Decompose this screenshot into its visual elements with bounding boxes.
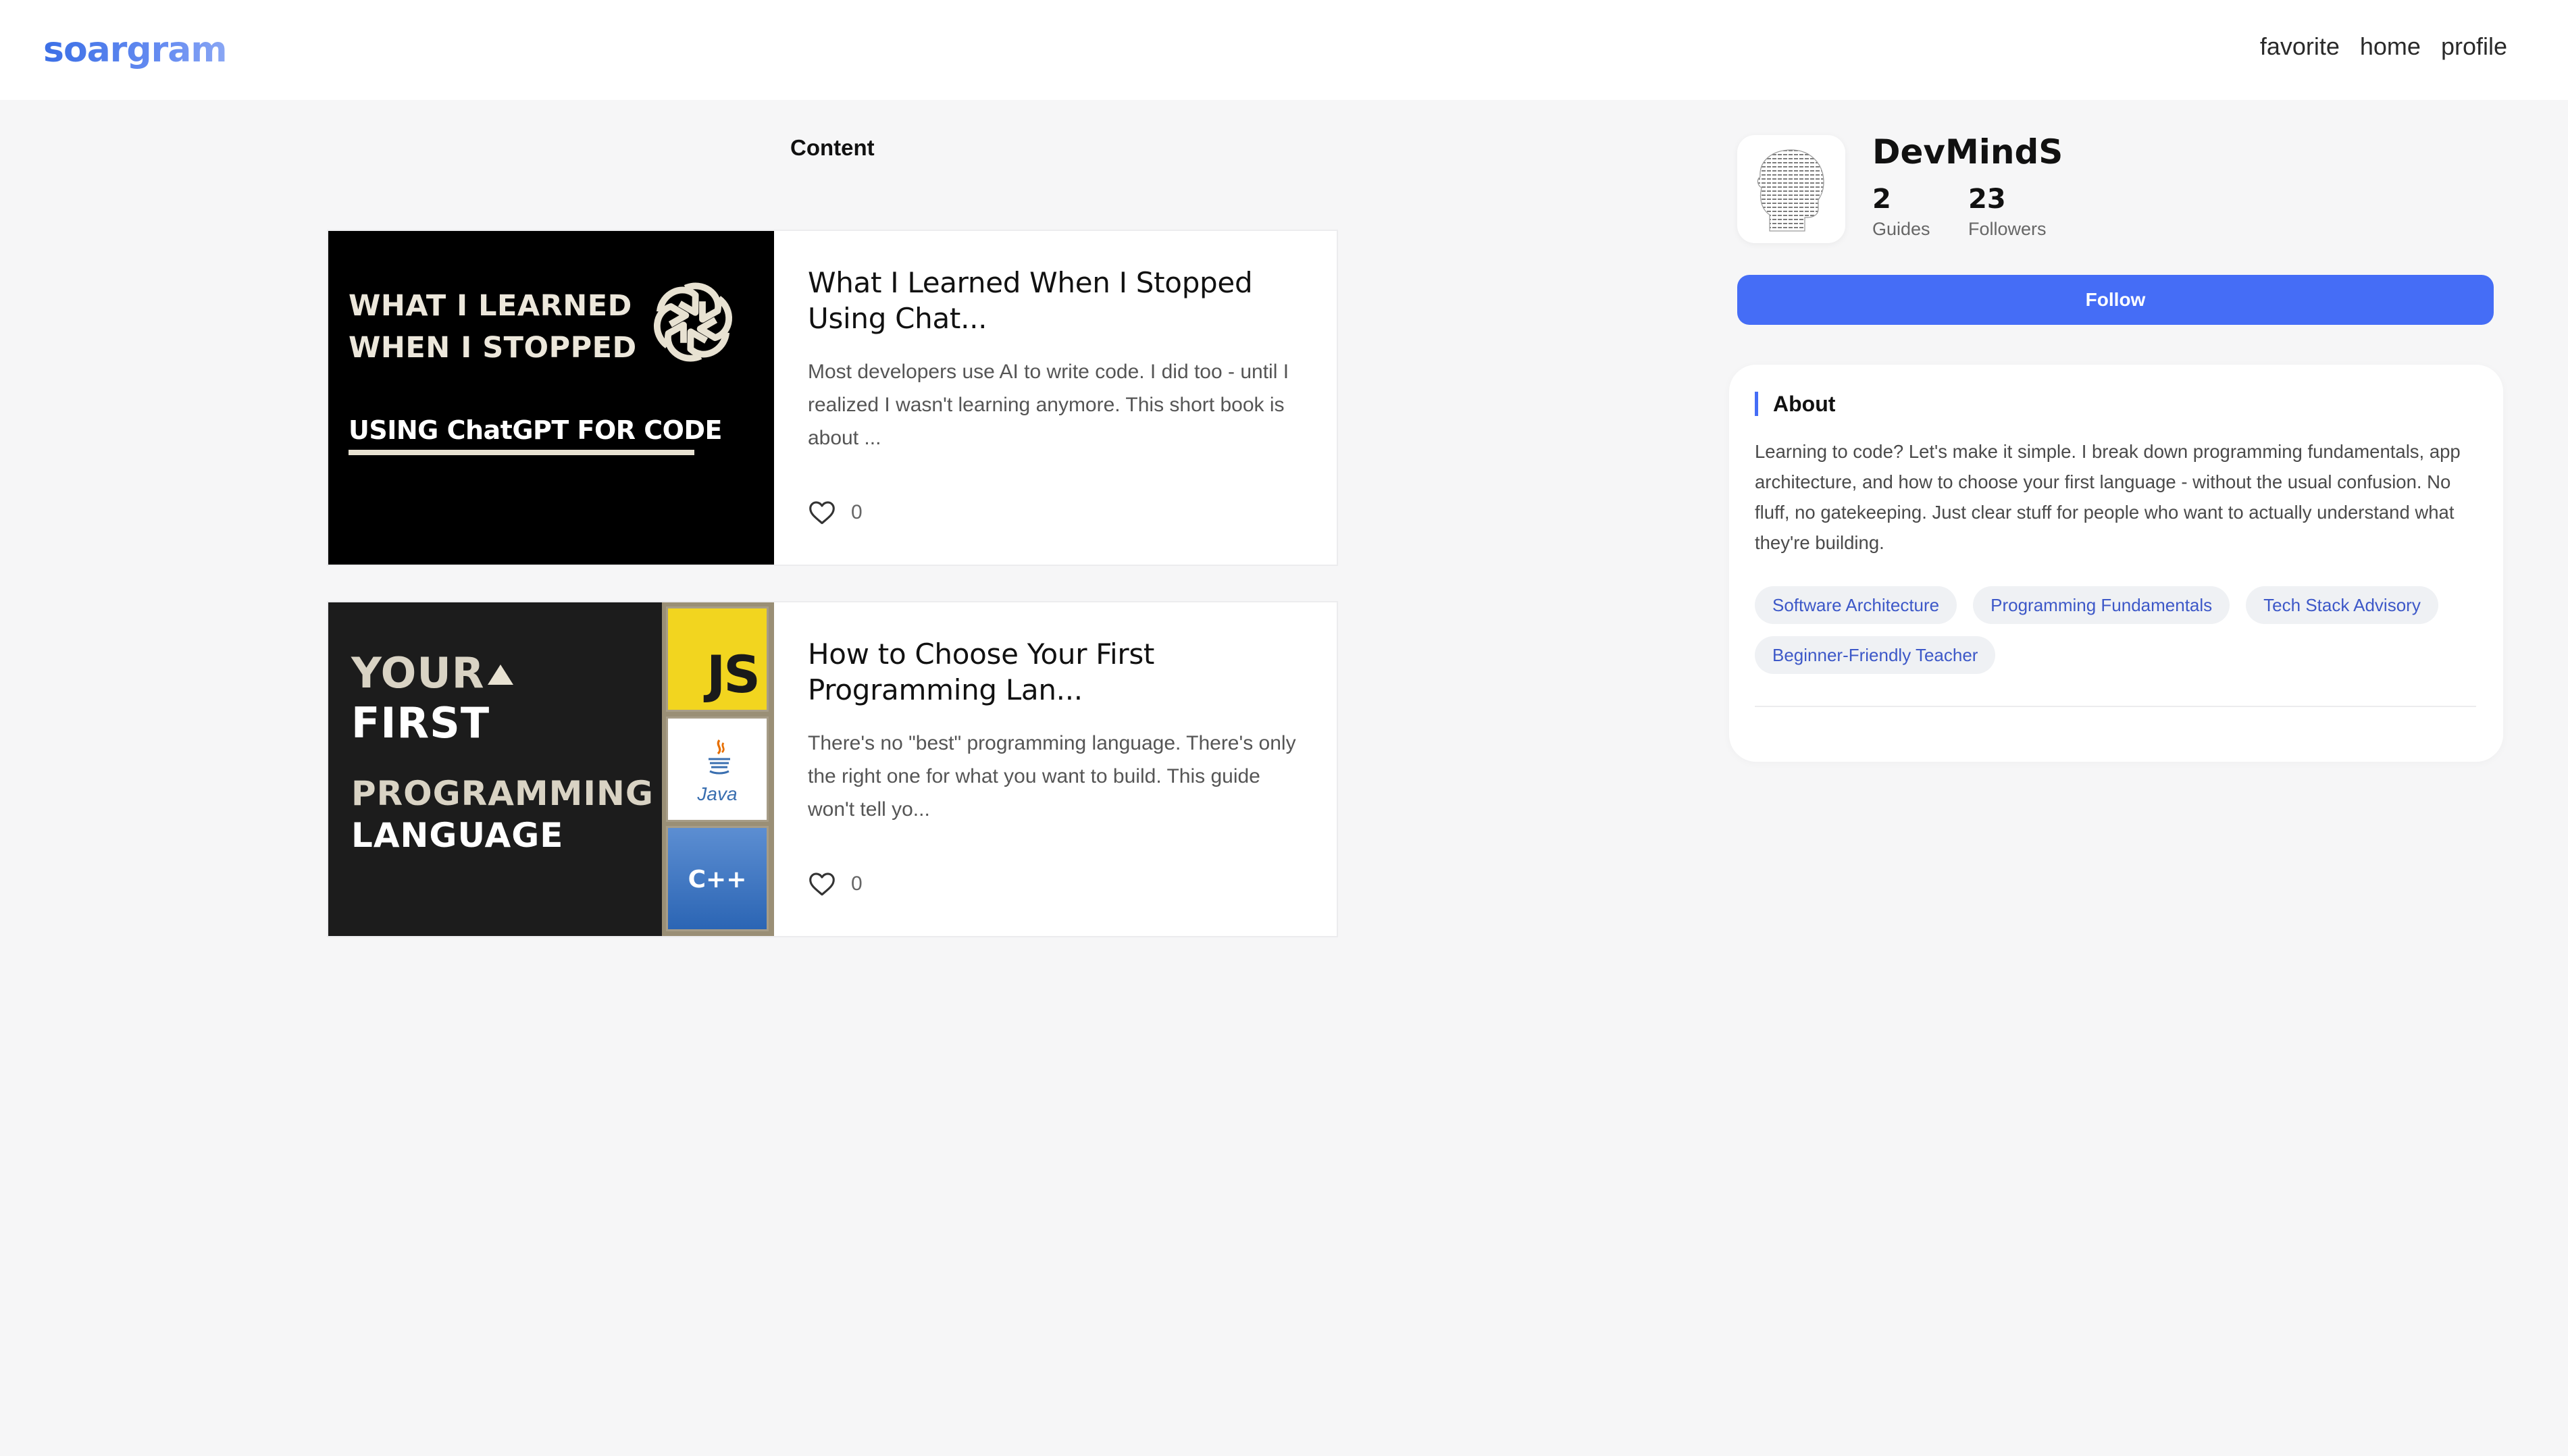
followers-stat[interactable]: 23 Followers xyxy=(1968,184,2047,240)
guides-count: 2 xyxy=(1872,184,1891,215)
tag[interactable]: Beginner-Friendly Teacher xyxy=(1755,636,1996,674)
guide-card-body: How to Choose Your First Programming Lan… xyxy=(774,602,1337,936)
guide-description: There's no "best" programming language. … xyxy=(808,732,1296,821)
tag-list: Software Architecture Programming Fundam… xyxy=(1755,586,2484,674)
heart-icon[interactable] xyxy=(808,500,836,525)
follow-button[interactable]: Follow xyxy=(1737,275,2494,325)
profile-name: DevMindS xyxy=(1872,132,2063,172)
head-profile-icon xyxy=(1757,149,1824,232)
top-navbar: soargram favorite home profile xyxy=(0,0,2568,100)
guide-thumbnail[interactable]: WHAT I LEARNED WHEN I STOPPED USING Chat… xyxy=(328,231,774,565)
like-control: 0 xyxy=(808,500,863,525)
followers-label: Followers xyxy=(1968,219,2047,239)
guide-card[interactable]: YOUR FIRST PROGRAMMING LANGUAGE JS Java … xyxy=(327,601,1338,937)
guides-stat: 2 Guides xyxy=(1872,184,1930,240)
guides-label: Guides xyxy=(1872,219,1930,239)
js-logo-icon: JS xyxy=(666,606,769,712)
thumbnail-text: WHEN I STOPPED xyxy=(349,331,637,365)
thumbnail-text: LANGUAGE xyxy=(351,816,564,855)
guide-card-body: What I Learned When I Stopped Using Chat… xyxy=(774,231,1337,565)
guide-title[interactable]: What I Learned When I Stopped Using Chat… xyxy=(808,265,1303,336)
about-heading: About xyxy=(1755,392,1835,416)
nav-home[interactable]: home xyxy=(2360,32,2421,61)
coffee-cup-icon xyxy=(709,739,730,775)
heart-icon[interactable] xyxy=(808,871,836,897)
tag[interactable]: Tech Stack Advisory xyxy=(2246,586,2438,624)
triangle-icon xyxy=(488,665,513,685)
content-section-title: Content xyxy=(790,135,875,160)
nav-profile[interactable]: profile xyxy=(2441,32,2507,61)
guide-title[interactable]: How to Choose Your First Programming Lan… xyxy=(808,636,1303,708)
java-logo-icon: Java xyxy=(666,717,769,822)
thumbnail-text: USING ChatGPT FOR CODE xyxy=(349,415,722,445)
like-count: 0 xyxy=(851,501,863,523)
nav-links: favorite home profile xyxy=(2260,32,2507,61)
avatar xyxy=(1737,135,1845,243)
tag[interactable]: Programming Fundamentals xyxy=(1973,586,2230,624)
thumbnail-text: FIRST xyxy=(351,698,490,748)
language-logo-stack: JS Java C++ xyxy=(662,602,774,936)
cpp-logo-icon: C++ xyxy=(666,826,769,931)
about-card: About Learning to code? Let's make it si… xyxy=(1729,365,2503,762)
divider xyxy=(1755,706,2476,707)
logo[interactable]: soargram xyxy=(43,30,228,70)
like-control: 0 xyxy=(808,871,863,897)
thumbnail-text: PROGRAMMING xyxy=(351,774,654,813)
thumbnail-text: YOUR xyxy=(351,648,485,698)
openai-knot-icon xyxy=(654,282,732,362)
thumbnail-underline xyxy=(349,450,694,455)
nav-favorite[interactable]: favorite xyxy=(2260,32,2340,61)
thumbnail-text: WHAT I LEARNED xyxy=(349,289,632,323)
guide-thumbnail[interactable]: YOUR FIRST PROGRAMMING LANGUAGE JS Java … xyxy=(328,602,774,936)
guide-description: Most developers use AI to write code. I … xyxy=(808,361,1289,449)
about-text: Learning to code? Let's make it simple. … xyxy=(1755,441,2461,553)
tag[interactable]: Software Architecture xyxy=(1755,586,1957,624)
like-count: 0 xyxy=(851,873,863,895)
guide-card[interactable]: WHAT I LEARNED WHEN I STOPPED USING Chat… xyxy=(327,230,1338,566)
followers-count: 23 xyxy=(1968,184,2006,215)
